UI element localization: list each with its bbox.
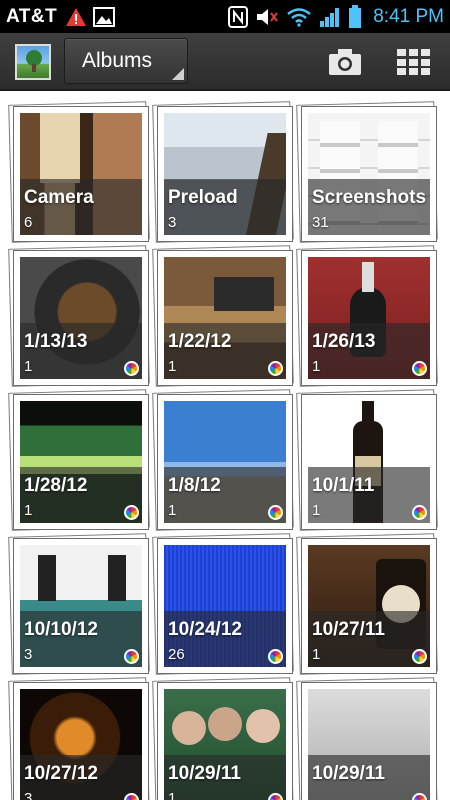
clock: 8:41 PM bbox=[373, 5, 444, 27]
album-count: 3 bbox=[24, 790, 33, 800]
nfc-icon bbox=[228, 5, 249, 28]
mute-icon bbox=[257, 8, 279, 25]
album-thumbnail: 1/22/12 1 bbox=[164, 257, 286, 379]
picasa-icon bbox=[124, 505, 139, 520]
album-count: 31 bbox=[312, 214, 329, 231]
album-tile[interactable]: 1/26/13 1 bbox=[296, 245, 438, 387]
picasa-icon bbox=[412, 505, 427, 520]
album-name: 1/28/12 bbox=[24, 475, 88, 496]
album-tile[interactable]: 1/28/12 1 bbox=[8, 389, 150, 531]
album-thumbnail: 10/24/12 26 bbox=[164, 545, 286, 667]
album-name: 1/13/13 bbox=[24, 331, 88, 352]
album-name: 1/8/12 bbox=[168, 475, 221, 496]
album-count: 1 bbox=[312, 502, 321, 519]
status-bar: AT&T 8:41 PM bbox=[0, 0, 450, 33]
grid-view-icon[interactable] bbox=[397, 49, 431, 75]
battery-icon bbox=[349, 4, 362, 28]
album-tile[interactable]: Camera 6 bbox=[8, 101, 150, 243]
album-thumbnail: 10/29/11 1 bbox=[164, 689, 286, 800]
album-thumbnail: 10/29/11 bbox=[308, 689, 430, 800]
camera-icon[interactable] bbox=[328, 48, 362, 76]
albums-dropdown[interactable]: Albums bbox=[64, 38, 188, 84]
album-thumbnail: Camera 6 bbox=[20, 113, 142, 235]
album-tile[interactable]: 10/24/12 26 bbox=[152, 533, 294, 675]
picasa-icon bbox=[268, 505, 283, 520]
album-count: 1 bbox=[168, 358, 177, 375]
album-tile[interactable]: 10/29/11 bbox=[296, 677, 438, 800]
album-thumbnail: Screenshots 31 bbox=[308, 113, 430, 235]
album-count: 3 bbox=[24, 646, 33, 663]
album-thumbnail: 1/13/13 1 bbox=[20, 257, 142, 379]
album-name: 10/10/12 bbox=[24, 619, 98, 640]
album-name: 10/1/11 bbox=[312, 475, 375, 496]
picasa-icon bbox=[124, 649, 139, 664]
gallery-app-icon[interactable] bbox=[15, 44, 51, 80]
album-thumbnail: 10/27/11 1 bbox=[308, 545, 430, 667]
dropdown-corner-icon bbox=[172, 68, 184, 80]
album-tile[interactable]: 1/22/12 1 bbox=[152, 245, 294, 387]
album-count: 1 bbox=[168, 790, 177, 800]
album-name: Screenshots bbox=[312, 187, 427, 208]
album-tile[interactable]: 10/27/12 3 bbox=[8, 677, 150, 800]
album-name: 1/26/13 bbox=[312, 331, 376, 352]
picasa-icon bbox=[268, 361, 283, 376]
album-count: 3 bbox=[168, 214, 177, 231]
album-thumbnail: 10/1/11 1 bbox=[308, 401, 430, 523]
album-name: 10/27/11 bbox=[312, 619, 385, 640]
album-thumbnail: Preload 3 bbox=[164, 113, 286, 235]
album-thumbnail: 1/26/13 1 bbox=[308, 257, 430, 379]
album-count: 1 bbox=[312, 358, 321, 375]
album-count: 26 bbox=[168, 646, 185, 663]
album-count: 1 bbox=[24, 358, 33, 375]
album-count: 6 bbox=[24, 214, 33, 231]
signal-icon bbox=[320, 7, 340, 27]
album-grid: Camera 6 Preload 3 Screenshots 31 1/13/1… bbox=[0, 93, 450, 800]
wifi-icon bbox=[287, 7, 312, 27]
picasa-icon bbox=[124, 361, 139, 376]
album-name: Preload bbox=[168, 187, 238, 208]
album-name: 1/22/12 bbox=[168, 331, 232, 352]
album-count: 1 bbox=[312, 646, 321, 663]
album-count: 1 bbox=[168, 502, 177, 519]
albums-dropdown-label: Albums bbox=[82, 49, 153, 72]
image-notification-icon bbox=[93, 6, 116, 27]
album-tile[interactable]: Preload 3 bbox=[152, 101, 294, 243]
album-tile[interactable]: 10/29/11 1 bbox=[152, 677, 294, 800]
picasa-icon bbox=[412, 649, 427, 664]
album-name: 10/29/11 bbox=[168, 763, 241, 784]
picasa-icon bbox=[412, 361, 427, 376]
picasa-icon bbox=[268, 649, 283, 664]
album-thumbnail: 10/10/12 3 bbox=[20, 545, 142, 667]
album-tile[interactable]: 10/10/12 3 bbox=[8, 533, 150, 675]
album-tile[interactable]: 10/1/11 1 bbox=[296, 389, 438, 531]
album-name: 10/27/12 bbox=[24, 763, 98, 784]
album-name: Camera bbox=[24, 187, 94, 208]
action-bar: Albums bbox=[0, 33, 450, 91]
album-tile[interactable]: Screenshots 31 bbox=[296, 101, 438, 243]
album-count: 1 bbox=[24, 502, 33, 519]
album-thumbnail: 1/8/12 1 bbox=[164, 401, 286, 523]
album-thumbnail: 1/28/12 1 bbox=[20, 401, 142, 523]
album-tile[interactable]: 1/8/12 1 bbox=[152, 389, 294, 531]
album-name: 10/24/12 bbox=[168, 619, 242, 640]
warning-icon bbox=[66, 7, 87, 26]
album-name: 10/29/11 bbox=[312, 763, 385, 784]
album-tile[interactable]: 1/13/13 1 bbox=[8, 245, 150, 387]
album-tile[interactable]: 10/27/11 1 bbox=[296, 533, 438, 675]
album-thumbnail: 10/27/12 3 bbox=[20, 689, 142, 800]
carrier-label: AT&T bbox=[6, 5, 58, 27]
